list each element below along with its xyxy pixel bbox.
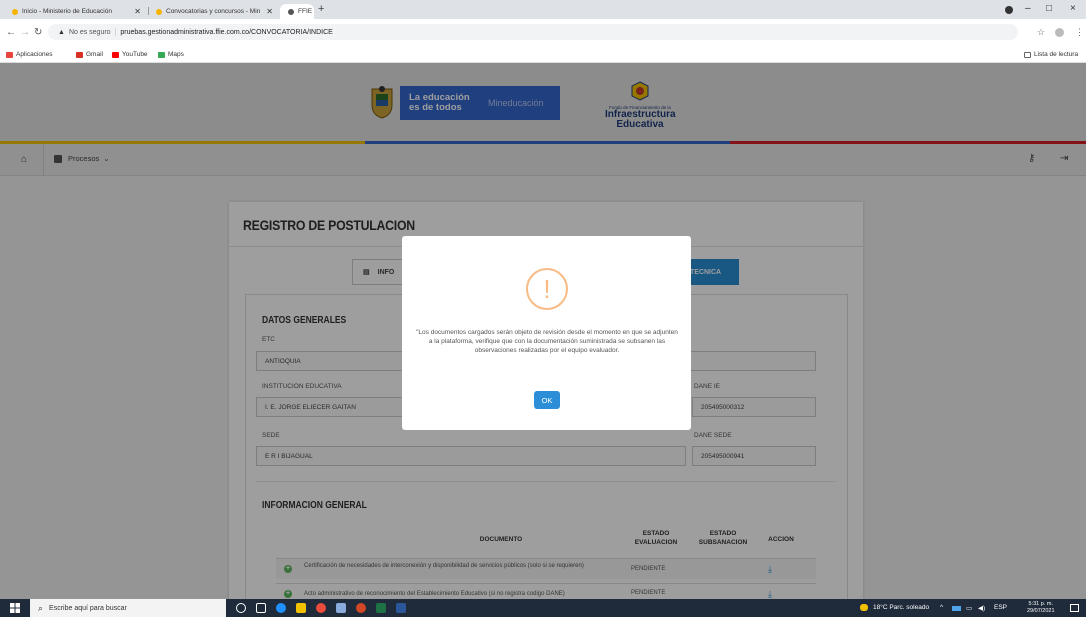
menu-dots-icon[interactable]: ⋮ [1075, 27, 1084, 38]
site-favicon-icon [12, 8, 18, 15]
forward-arrow-icon[interactable]: → [20, 27, 30, 38]
windows-start-icon[interactable] [10, 603, 20, 613]
bookmark-maps[interactable]: Maps [158, 51, 184, 58]
bookmarks-bar: Aplicaciones Gmail YouTube Maps Lista de… [0, 48, 1086, 63]
cortana-icon[interactable] [236, 603, 246, 613]
close-tab-icon[interactable]: ✕ [134, 7, 141, 16]
close-window-button[interactable]: × [1070, 3, 1076, 14]
onedrive-icon[interactable] [952, 606, 961, 611]
windows-taskbar: ⌕ Escribe aquí para buscar 18°C Parc. so… [0, 599, 1086, 617]
weather-text[interactable]: 18°C Parc. soleado [873, 604, 929, 611]
browser-tab-bar: Inicio - Ministerio de Educación ✕ Convo… [0, 0, 1086, 19]
bookmark-gmail[interactable]: Gmail [76, 51, 103, 58]
language-indicator[interactable]: ESP [994, 604, 1007, 611]
network-icon[interactable]: ▭ [966, 604, 972, 612]
site-favicon-icon [156, 8, 162, 15]
profile-avatar-icon[interactable] [1055, 28, 1064, 37]
security-label[interactable]: No es seguro [69, 29, 111, 36]
file-explorer-icon[interactable] [296, 603, 306, 613]
globe-icon [288, 8, 294, 15]
alert-message: "Los documentos cargados serán objeto de… [416, 329, 678, 354]
tab-inicio[interactable]: Inicio - Ministerio de Educación ✕ [6, 4, 146, 19]
bookmark-star-icon[interactable]: ☆ [1037, 27, 1045, 38]
weather-icon [860, 604, 868, 611]
search-icon: ⌕ [38, 602, 44, 613]
minimize-button[interactable]: – [1025, 3, 1031, 14]
taskbar-search-input[interactable]: ⌕ Escribe aquí para buscar [30, 599, 226, 617]
bookmark-label: Gmail [86, 51, 103, 58]
clock-date: 29/07/2021 [1027, 608, 1055, 614]
warning-icon: ▲ [58, 28, 65, 36]
maps-icon [158, 51, 165, 58]
reading-list-button[interactable]: Lista de lectura [1024, 51, 1078, 58]
reload-icon[interactable]: ↻ [34, 27, 42, 38]
address-bar-row: ← → ↻ ▲ No es seguro | pruebas.gestionad… [0, 19, 1086, 48]
close-tab-icon[interactable]: ✕ [266, 7, 273, 16]
bookmark-youtube[interactable]: YouTube [112, 51, 148, 58]
maximize-button[interactable]: □ [1046, 3, 1052, 14]
tab-ffie[interactable]: FFIE [282, 4, 314, 19]
bookmark-label: Maps [168, 51, 184, 58]
ok-button[interactable]: OK [534, 391, 560, 409]
clock[interactable]: 5:31 p. m. 29/07/2021 [1027, 601, 1055, 615]
apps-grid-icon [6, 51, 13, 58]
edge-icon[interactable] [276, 603, 286, 613]
reading-list-icon [1024, 51, 1031, 58]
tab-title: Inicio - Ministerio de Educación [22, 8, 112, 15]
powerpoint-icon[interactable] [356, 603, 366, 613]
clock-time: 5:31 p. m. [1028, 601, 1053, 607]
new-tab-button[interactable]: + [318, 3, 324, 15]
url-text: pruebas.gestionadministrativa.ffie.com.c… [120, 28, 333, 36]
alert-dialog: ! "Los documentos cargados serán objeto … [402, 236, 691, 430]
warning-circle-icon: ! [526, 268, 568, 310]
notifications-icon[interactable] [1070, 604, 1079, 612]
volume-icon[interactable]: ◀) [978, 604, 985, 612]
tab-convocatorias[interactable]: Convocatorias y concursos - Min ✕ [150, 4, 278, 19]
excel-icon[interactable] [376, 603, 386, 613]
gmail-icon [76, 51, 83, 58]
chevron-up-icon[interactable]: ^ [940, 604, 943, 611]
chrome-icon[interactable] [316, 603, 326, 613]
teams-icon[interactable] [336, 603, 346, 613]
tab-title: Convocatorias y concursos - Min [166, 8, 261, 15]
extension-icon[interactable] [1005, 6, 1013, 14]
back-arrow-icon[interactable]: ← [6, 27, 16, 38]
search-placeholder: Escribe aquí para buscar [49, 604, 127, 612]
task-view-icon[interactable] [256, 603, 266, 613]
reading-list-label: Lista de lectura [1034, 51, 1079, 58]
word-icon[interactable] [396, 603, 406, 613]
bookmark-label: Aplicaciones [16, 51, 53, 58]
bookmark-label: YouTube [122, 51, 148, 58]
url-input[interactable]: ▲ No es seguro | pruebas.gestionadminist… [48, 24, 1018, 40]
bookmark-apps[interactable]: Aplicaciones [6, 51, 53, 58]
youtube-icon [112, 51, 119, 58]
page-content: La educación es de todos Mineducación Fo… [0, 63, 1086, 599]
tab-title: FFIE [298, 8, 313, 15]
